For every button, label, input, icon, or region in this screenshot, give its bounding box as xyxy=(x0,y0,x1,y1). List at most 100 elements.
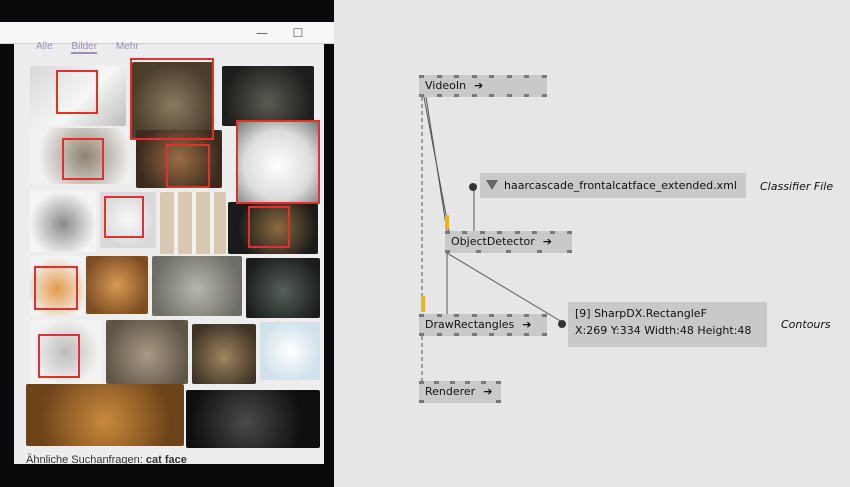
output-pin[interactable] xyxy=(436,333,442,336)
dropdown-triangle-icon[interactable] xyxy=(486,180,498,190)
node-renderer[interactable]: Renderer ➔ xyxy=(419,381,501,403)
contours-input-pin[interactable] xyxy=(558,320,566,328)
output-pin[interactable] xyxy=(541,333,547,336)
input-pin[interactable] xyxy=(489,314,495,317)
output-pin[interactable] xyxy=(524,94,530,97)
detection-rectangle xyxy=(56,70,98,114)
node-drawrectangles[interactable]: DrawRectangles ➔ xyxy=(419,314,547,336)
input-pin[interactable] xyxy=(495,381,501,384)
node-videoin[interactable]: VideoIn ➔ xyxy=(419,75,547,97)
input-pin[interactable] xyxy=(532,231,538,234)
output-pin[interactable] xyxy=(436,94,442,97)
node-objectdetector[interactable]: ObjectDetector ➔ xyxy=(445,231,572,253)
output-pin[interactable] xyxy=(419,400,424,403)
output-pin[interactable] xyxy=(471,94,477,97)
input-pin[interactable] xyxy=(506,75,512,78)
input-pin[interactable] xyxy=(462,231,468,234)
input-pin[interactable] xyxy=(549,231,555,234)
output-pin[interactable] xyxy=(454,94,460,97)
cat-image xyxy=(160,192,226,254)
detection-rectangle xyxy=(38,334,80,378)
output-pin[interactable] xyxy=(496,400,501,403)
link-objectdetector-contours[interactable] xyxy=(446,252,563,323)
input-pin[interactable] xyxy=(465,381,471,384)
output-pin[interactable] xyxy=(524,333,530,336)
input-pin[interactable] xyxy=(471,75,477,78)
output-pin[interactable] xyxy=(541,94,547,97)
patch-canvas[interactable]: VideoIn ➔ haarcascade_frontalcatface_exte… xyxy=(334,0,850,487)
input-pin[interactable] xyxy=(566,231,572,234)
output-pin[interactable] xyxy=(454,333,460,336)
video-bottom-edge xyxy=(0,464,334,487)
input-pin[interactable] xyxy=(514,231,520,234)
cat-image xyxy=(260,322,320,380)
output-pin[interactable] xyxy=(506,250,511,253)
contours-iobox[interactable]: [9] SharpDX.RectangleF X:269 Y:334 Width… xyxy=(568,302,767,347)
detection-rectangle xyxy=(104,196,144,238)
maximize-icon[interactable]: ☐ xyxy=(286,24,310,42)
input-pin[interactable] xyxy=(454,75,460,78)
output-pin[interactable] xyxy=(419,94,424,97)
input-pin[interactable] xyxy=(454,314,460,317)
output-pin[interactable] xyxy=(489,94,495,97)
output-pins xyxy=(445,250,572,253)
output-pin[interactable] xyxy=(536,250,542,253)
input-pin[interactable] xyxy=(419,381,424,384)
cat-image xyxy=(186,390,320,448)
node-title: VideoIn xyxy=(425,79,467,92)
input-pin[interactable] xyxy=(497,231,503,234)
input-pin[interactable] xyxy=(434,381,440,384)
arrow-right-icon: ➔ xyxy=(542,235,552,248)
input-pins xyxy=(419,75,547,78)
classifier-note: Classifier File xyxy=(760,180,834,193)
input-pin[interactable] xyxy=(479,231,485,234)
node-title: DrawRectangles xyxy=(425,318,515,331)
input-pin[interactable] xyxy=(480,381,486,384)
classifier-file-iobox[interactable]: haarcascade_frontalcatface_extended.xml xyxy=(480,173,746,198)
output-pin[interactable] xyxy=(506,333,512,336)
tab-more: Mehr xyxy=(115,41,139,52)
input-pins xyxy=(419,314,547,317)
tab-images: Bilder xyxy=(71,41,98,54)
active-input-indicator xyxy=(421,296,425,312)
classifier-output-pin[interactable] xyxy=(469,183,477,191)
output-pins xyxy=(419,400,501,403)
input-pin[interactable] xyxy=(419,314,424,317)
link-videoin-objectdetector-2[interactable] xyxy=(425,96,448,232)
input-pin[interactable] xyxy=(524,75,530,78)
output-pin[interactable] xyxy=(471,333,477,336)
input-pin[interactable] xyxy=(506,314,512,317)
output-pin[interactable] xyxy=(475,250,481,253)
image-search-tabs: Alle Bilder Mehr xyxy=(36,41,155,54)
input-pin[interactable] xyxy=(419,75,424,78)
minimize-icon[interactable]: — xyxy=(250,24,274,42)
cat-image xyxy=(30,190,96,252)
output-pin[interactable] xyxy=(419,333,424,336)
detection-rectangle xyxy=(236,120,320,204)
output-pins xyxy=(419,94,547,97)
input-pin[interactable] xyxy=(449,381,455,384)
active-input-indicator xyxy=(445,215,449,229)
input-pins xyxy=(419,381,501,384)
input-pin[interactable] xyxy=(541,75,547,78)
output-pin[interactable] xyxy=(489,333,495,336)
output-pin[interactable] xyxy=(567,250,572,253)
input-pin[interactable] xyxy=(445,231,450,234)
output-pin[interactable] xyxy=(506,94,512,97)
camera-frame: Alle Bilder Mehr Ähnliche Suchanfragen: … xyxy=(14,41,324,466)
input-pin[interactable] xyxy=(471,314,477,317)
input-pin[interactable] xyxy=(524,314,530,317)
detection-rectangle xyxy=(166,144,210,188)
detection-rectangle xyxy=(248,206,290,248)
output-pin[interactable] xyxy=(445,250,450,253)
input-pin[interactable] xyxy=(541,314,547,317)
arrow-right-icon: ➔ xyxy=(522,318,532,331)
video-preview: — ☐ Alle Bilder Mehr Ähnliche Suchanfrag… xyxy=(0,0,334,487)
tab-all: Alle xyxy=(36,41,53,52)
input-pin[interactable] xyxy=(436,75,442,78)
input-pin[interactable] xyxy=(436,314,442,317)
detection-rectangle xyxy=(34,266,78,310)
input-pin[interactable] xyxy=(489,75,495,78)
cat-image xyxy=(86,256,148,314)
patch-links xyxy=(421,96,563,381)
